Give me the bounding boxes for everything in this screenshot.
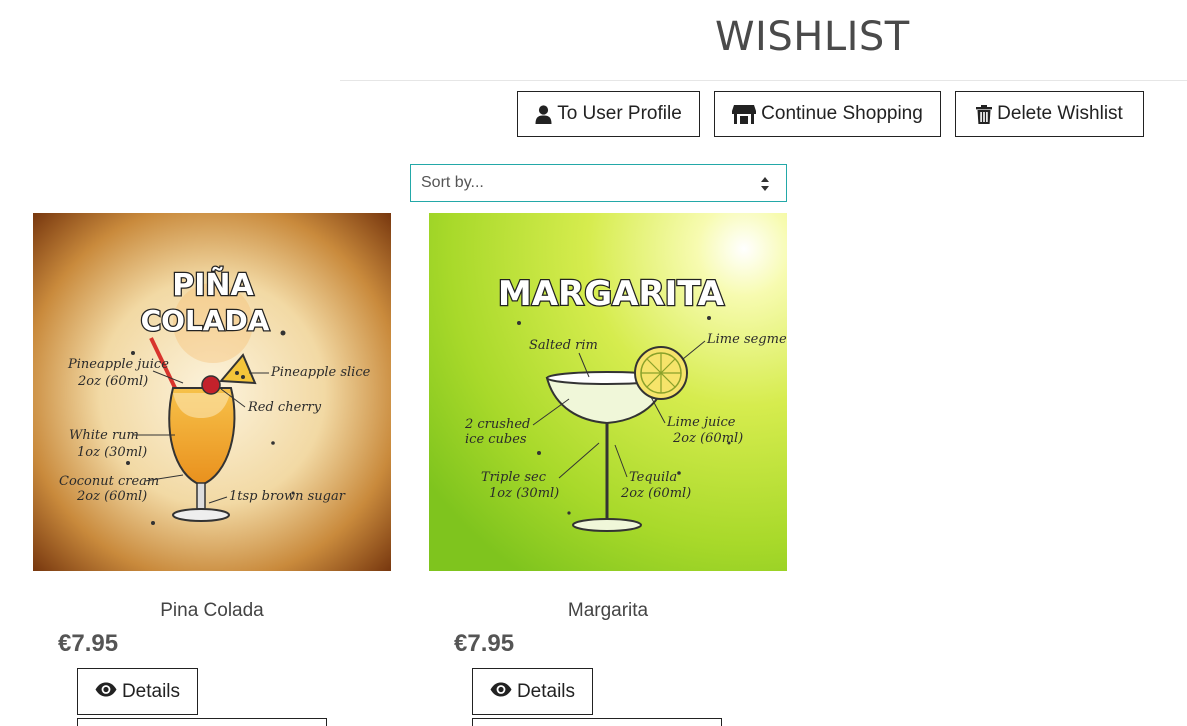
margarita-note-2: 2 crushed [464,417,530,432]
margarita-note-9: 2oz (60ml) [620,486,691,501]
next-button-edge-pina-colada[interactable] [77,718,327,726]
pina-note-5: 1oz (30ml) [77,445,147,460]
product-price-pina-colada: €7.95 [58,630,119,657]
product-name-pina-colada[interactable]: Pina Colada [33,600,391,622]
details-label: Details [516,680,576,702]
sort-caret-icon [760,176,770,192]
margarita-note-5: 2oz (60ml) [672,431,743,446]
margarita-title: MARGARITA [498,274,725,314]
user-icon [535,104,552,124]
store-icon [732,104,757,124]
margarita-note-4: Lime juice [666,415,736,430]
delete-wishlist-button[interactable]: Delete Wishlist [955,91,1144,137]
trash-icon [976,104,993,124]
eye-icon [95,681,117,703]
margarita-note-0: Salted rim [529,338,598,353]
pina-note-3: Red cherry [247,400,322,415]
margarita-note-1: Lime segment [706,332,787,347]
pina-title-line2: COLADA [141,304,270,337]
next-button-edge-margarita[interactable] [472,718,722,726]
margarita-note-8: Tequila [629,470,677,485]
continue-shopping-label: Continue Shopping [761,103,923,124]
margarita-note-6: Triple sec [481,470,547,485]
pina-title-line1: PIÑA [172,266,254,303]
delete-wishlist-label: Delete Wishlist [997,103,1123,124]
pina-note-6: Coconut cream [59,474,159,489]
title-divider [340,80,1187,81]
continue-shopping-button[interactable]: Continue Shopping [714,91,941,137]
to-user-profile-label: To User Profile [557,103,682,124]
product-price-margarita: €7.95 [454,630,515,657]
product-name-margarita[interactable]: Margarita [429,600,787,622]
pina-note-7: 2oz (60ml) [76,489,147,504]
details-button-margarita[interactable]: Details [472,668,593,715]
eye-icon [490,681,512,703]
to-user-profile-button[interactable]: To User Profile [517,91,700,137]
product-image-margarita[interactable]: MARGARITA Salted rim Lime segment 2 crus… [429,213,787,571]
pina-note-2: Pineapple slice [270,365,371,380]
pina-note-4: White rum [69,428,139,443]
pina-note-1: 2oz (60ml) [77,374,148,389]
margarita-note-7: 1oz (30ml) [489,486,559,501]
sort-select-value: Sort by... [421,174,484,191]
pina-note-8: 1tsp brown sugar [229,489,346,504]
margarita-note-3: ice cubes [465,432,527,447]
product-image-pina-colada[interactable]: PIÑA COLADA Pineapple juice 2oz (60ml) P… [33,213,391,571]
details-button-pina-colada[interactable]: Details [77,668,198,715]
sort-select[interactable]: Sort by... [410,164,787,202]
pina-note-0: Pineapple juice [67,357,169,372]
page-title: WISHLIST [715,14,910,60]
details-label: Details [121,680,181,702]
